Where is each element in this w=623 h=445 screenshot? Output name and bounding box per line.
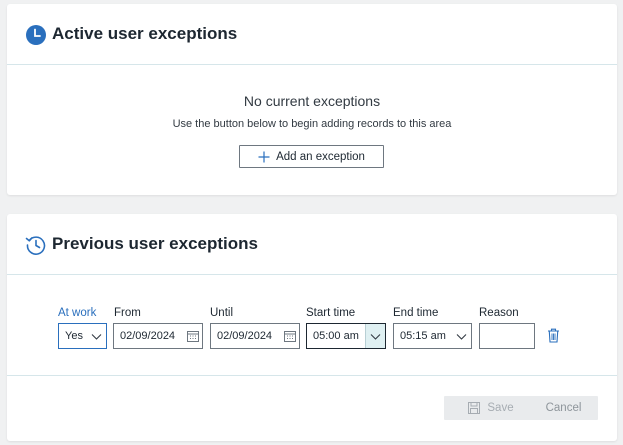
from-date-input[interactable]: 02/09/2024: [113, 323, 203, 349]
calendar-icon[interactable]: [284, 330, 296, 342]
active-exceptions-title: Active user exceptions: [52, 24, 238, 43]
plus-icon: [258, 151, 270, 162]
chevron-down-icon: [91, 334, 102, 340]
chevron-down-icon: [456, 334, 467, 340]
previous-exceptions-header: Previous user exceptions: [7, 214, 617, 275]
clock-icon: [26, 25, 46, 45]
cancel-label: Cancel: [545, 402, 582, 414]
start-time-select[interactable]: 05:00 am: [306, 323, 386, 349]
empty-state-subtitle: Use the button below to begin adding rec…: [172, 118, 452, 130]
history-icon: [25, 236, 46, 255]
end-time-select[interactable]: 05:15 am: [393, 323, 472, 349]
exception-row-form: At work From Until Start time End time R…: [7, 275, 617, 376]
start-time-dropdown-toggle[interactable]: [365, 324, 385, 348]
save-label: Save: [487, 402, 514, 414]
start-time-value: 05:00 am: [313, 330, 359, 342]
save-icon: [468, 402, 481, 414]
from-label: From: [114, 307, 141, 319]
at-work-select[interactable]: Yes: [58, 323, 107, 349]
end-time-value: 05:15 am: [400, 330, 446, 342]
add-exception-button[interactable]: Add an exception: [239, 145, 384, 168]
until-label: Until: [210, 307, 234, 319]
active-exceptions-card: Active user exceptions No current except…: [7, 4, 617, 195]
start-time-label: Start time: [306, 307, 356, 319]
from-date-value: 02/09/2024: [120, 330, 176, 342]
at-work-value: Yes: [65, 330, 83, 342]
cancel-button[interactable]: Cancel: [529, 396, 598, 420]
previous-exceptions-title: Previous user exceptions: [52, 234, 258, 253]
trash-icon[interactable]: [547, 328, 560, 343]
chevron-down-icon: [370, 334, 381, 340]
until-date-value: 02/09/2024: [217, 330, 273, 342]
add-exception-label: Add an exception: [276, 150, 365, 163]
end-time-label: End time: [393, 307, 439, 319]
save-button[interactable]: Save: [444, 396, 538, 420]
reason-input[interactable]: [479, 323, 535, 349]
at-work-label: At work: [58, 307, 97, 319]
active-exceptions-header: Active user exceptions: [7, 4, 617, 65]
reason-label: Reason: [479, 307, 519, 319]
calendar-icon[interactable]: [187, 330, 199, 342]
previous-exceptions-card: Previous user exceptions At work From Un…: [7, 214, 617, 441]
empty-state-title: No current exceptions: [243, 93, 381, 109]
until-date-input[interactable]: 02/09/2024: [210, 323, 300, 349]
